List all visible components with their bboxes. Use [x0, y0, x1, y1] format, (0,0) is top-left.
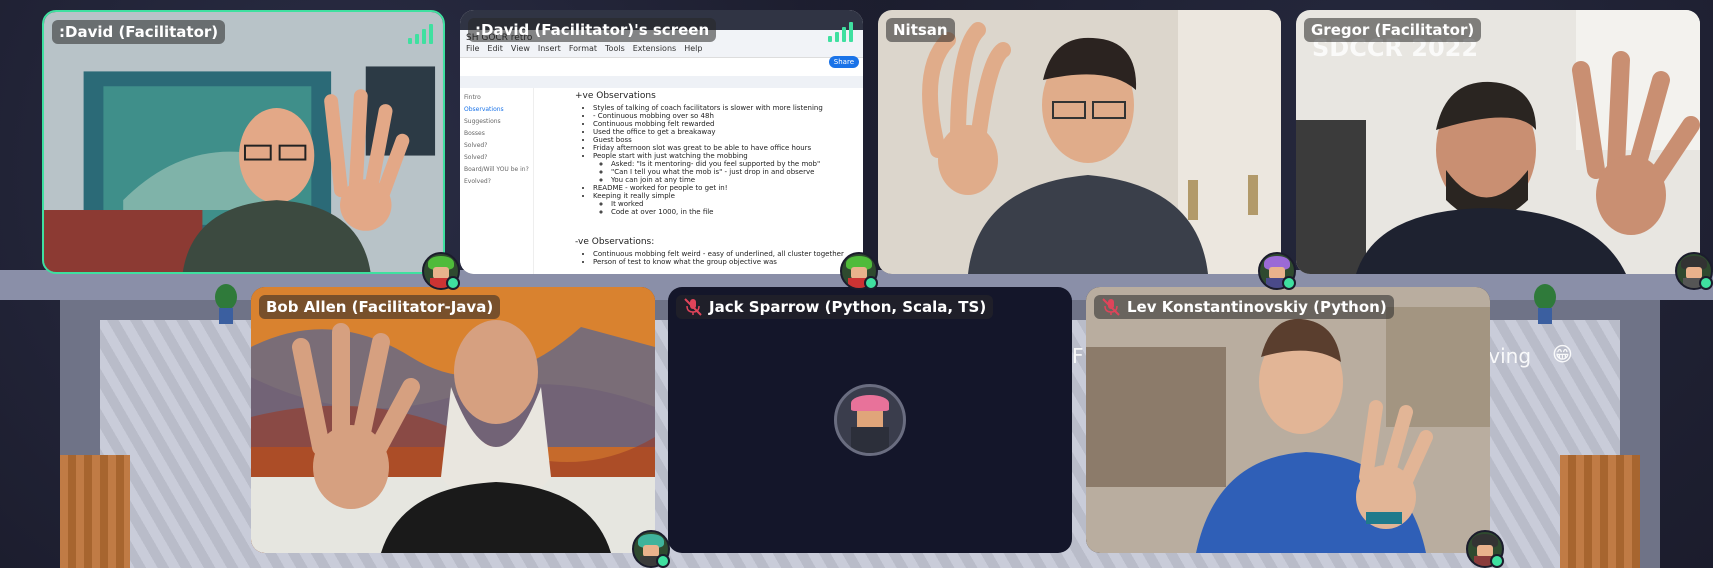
doc-list-item: Used the office to get a breakaway [593, 128, 857, 136]
doc-list-item: Continuous mobbing felt weird - easy of … [593, 250, 857, 258]
outline-item[interactable]: Bosses [464, 128, 529, 140]
doc-outline-sidebar: Fintro Observations Suggestions Bosses S… [460, 88, 534, 274]
participant-name-gregor: Gregor (Facilitator) [1304, 18, 1482, 42]
connection-signal-icon [408, 24, 433, 44]
doc-list-item: README - worked for people to get in! [593, 184, 857, 192]
map-wood-floor-left [60, 455, 130, 568]
doc-list-item: Person of test to know what the group ob… [593, 258, 857, 266]
online-status-dot [1699, 276, 1713, 290]
video-feed-nitsan [878, 10, 1281, 274]
participant-name-jack: Jack Sparrow (Python, Scala, TS) [676, 295, 994, 319]
outline-item[interactable]: Solved? [464, 140, 529, 152]
video-feed-lev [1086, 287, 1490, 553]
online-status-dot [1490, 554, 1504, 568]
online-status-dot [864, 276, 878, 290]
video-tile-nitsan[interactable]: Nitsan [878, 10, 1281, 274]
menu-file[interactable]: File [466, 44, 479, 53]
doc-list-item: Friday afternoon slot was great to be ab… [593, 144, 857, 152]
menu-extensions[interactable]: Extensions [633, 44, 676, 53]
doc-list-item: Keeping it really simple [593, 192, 857, 200]
menu-edit[interactable]: Edit [487, 44, 503, 53]
doc-list-item: Continuous mobbing felt rewarded [593, 120, 857, 128]
participant-name-lev: Lev Konstantinovskiy (Python) [1094, 295, 1394, 319]
participant-name-david: :David (Facilitator) [52, 20, 226, 44]
menu-insert[interactable]: Insert [538, 44, 561, 53]
outline-item[interactable]: Solved? [464, 152, 529, 164]
plant-right [1532, 284, 1558, 324]
outline-item[interactable]: Observations [464, 104, 529, 116]
video-tile-bob[interactable]: Bob Allen (Facilitator-Java) [251, 287, 655, 553]
doc-toolbar [460, 76, 863, 88]
online-status-dot [656, 554, 670, 568]
video-tile-david[interactable]: :David (Facilitator) [42, 10, 445, 274]
participant-avatar-jack [834, 384, 906, 456]
share-button[interactable]: Share [828, 56, 859, 68]
participant-name-bob: Bob Allen (Facilitator-Java) [259, 295, 501, 319]
video-tile-screen-share[interactable]: SH GOCR retro File Edit View Insert Form… [460, 10, 863, 274]
mic-muted-icon [684, 298, 702, 316]
doc-list-item: People start with just watching the mobb… [593, 152, 857, 160]
doc-heading-negative: -ve Observations: [575, 237, 655, 247]
participant-name-screen: :David (Facilitator)'s screen [468, 18, 717, 42]
doc-heading-positive: +ve Observations [575, 91, 656, 101]
outline-item[interactable]: Evolved? [464, 176, 529, 188]
menu-tools[interactable]: Tools [605, 44, 625, 53]
doc-sub-item: Code at over 1000, in the file [611, 208, 857, 216]
outline-item[interactable]: Board/Will YOU be in? [464, 164, 529, 176]
video-feed-bob [251, 287, 655, 553]
doc-list-item: Guest boss [593, 136, 857, 144]
shared-screen-document: SH GOCR retro File Edit View Insert Form… [460, 10, 863, 274]
outline-item[interactable]: Fintro [464, 92, 529, 104]
video-tile-gregor[interactable]: SDCCR 2022 Gregor (Facilitator) [1296, 10, 1700, 274]
doc-list-item: - Continuous mobbing over so 48h [593, 112, 857, 120]
video-tile-lev[interactable]: Lev Konstantinovskiy (Python) [1086, 287, 1490, 553]
outline-item[interactable]: Suggestions [464, 116, 529, 128]
doc-sub-item: Asked: "Is it mentoring- did you feel su… [611, 160, 857, 168]
menu-help[interactable]: Help [684, 44, 702, 53]
video-tile-jack[interactable]: Jack Sparrow (Python, Scala, TS) [668, 287, 1072, 553]
doc-sub-item: You can join at any time [611, 176, 857, 184]
plant-left [213, 284, 239, 324]
doc-list-item: Styles of talking of coach facilitators … [593, 104, 857, 112]
menu-format[interactable]: Format [569, 44, 597, 53]
participant-name-nitsan: Nitsan [886, 18, 955, 42]
map-wood-floor-right [1560, 455, 1640, 568]
menu-view[interactable]: View [511, 44, 530, 53]
mic-muted-icon [1102, 298, 1120, 316]
doc-sub-item: It worked [611, 200, 857, 208]
doc-content: +ve Observations Styles of talking of co… [575, 88, 857, 274]
connection-signal-icon [828, 22, 853, 42]
online-status-dot [446, 276, 460, 290]
video-feed-david [44, 12, 443, 272]
online-status-dot [1282, 276, 1296, 290]
map-text-left: F [1072, 344, 1084, 368]
map-emoji: 😁 [1552, 342, 1573, 366]
doc-sub-item: "Can I tell you what the mob is" - just … [611, 168, 857, 176]
